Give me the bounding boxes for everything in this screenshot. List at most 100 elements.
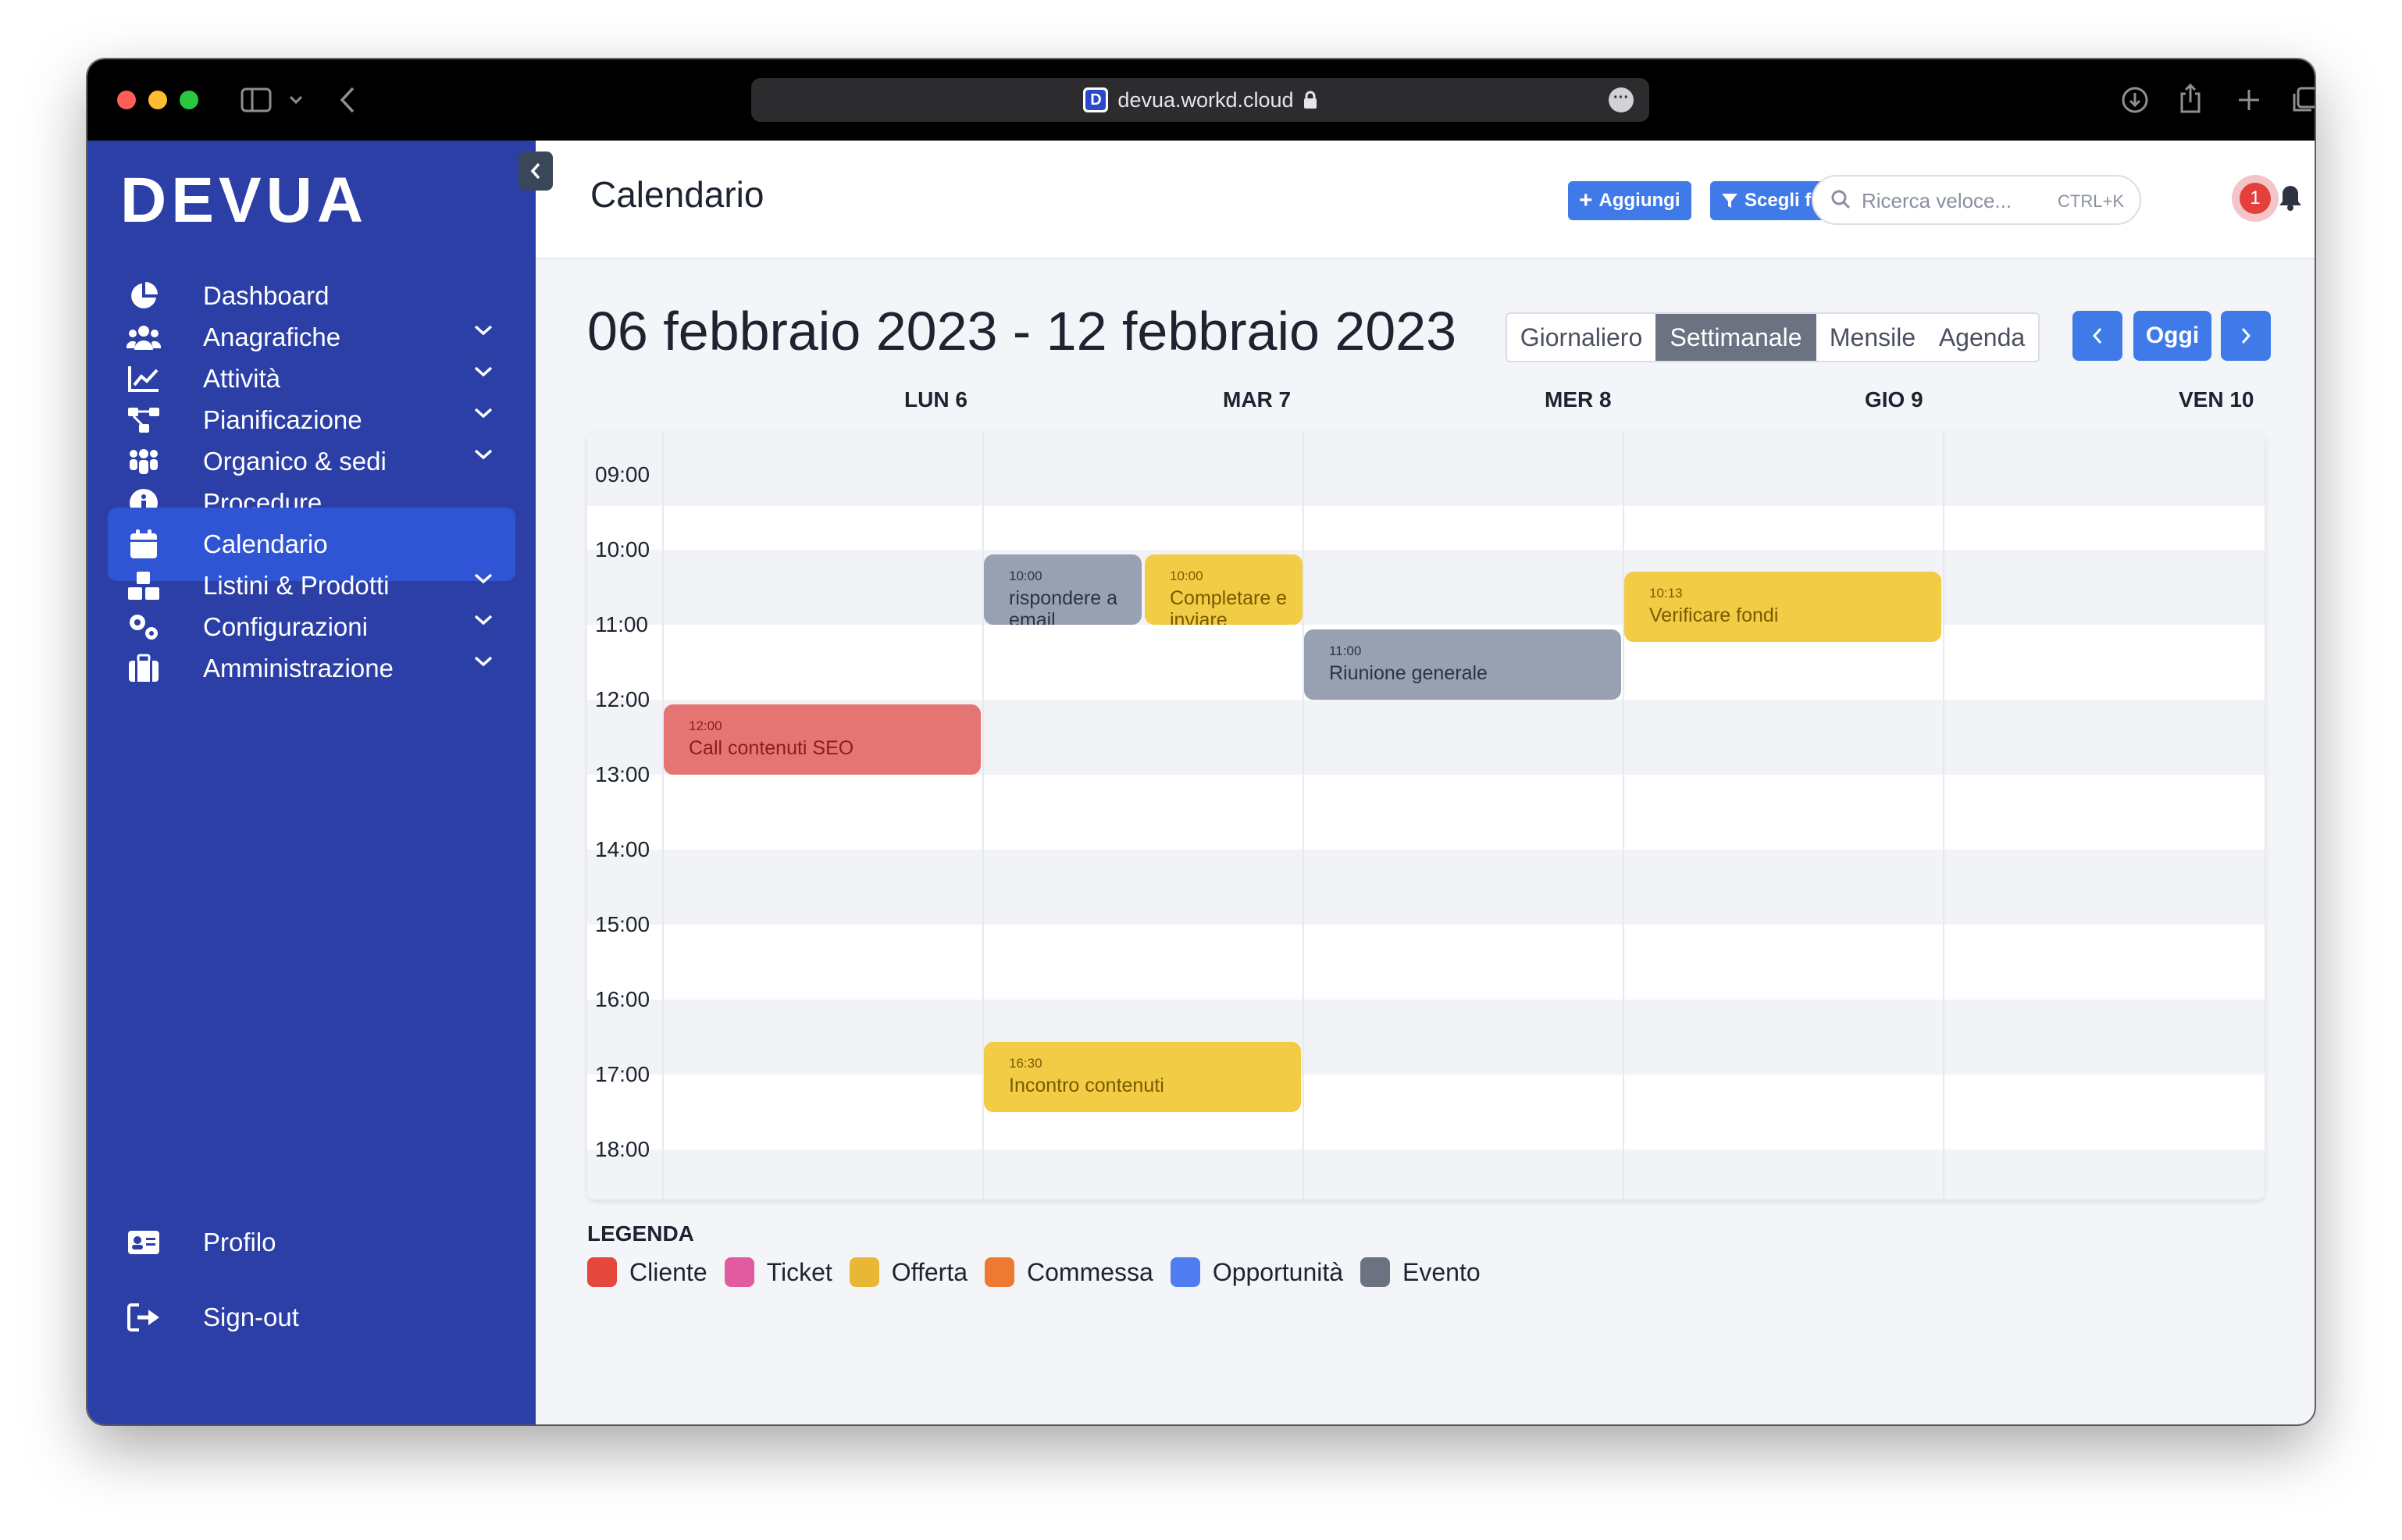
zoom-window-button[interactable]	[180, 91, 198, 109]
event-title: Riunione generale	[1329, 662, 1488, 684]
legend-swatch	[1360, 1257, 1391, 1287]
plus-icon: +	[1579, 187, 1593, 213]
event-incontro-contenuti[interactable]: 16:30 Incontro contenuti	[984, 1042, 1301, 1112]
event-call-contenuti-seo[interactable]: 12:00 Call contenuti SEO	[664, 704, 981, 775]
chevron-right-icon	[2241, 328, 2251, 344]
today-button[interactable]: Oggi	[2133, 311, 2211, 361]
event-rispondere-email[interactable]: 10:00 rispondere a email	[984, 554, 1142, 625]
address-bar[interactable]: D devua.workd.cloud ···	[751, 78, 1649, 122]
chevron-down-icon[interactable]	[289, 95, 303, 105]
sidebar-item-sign-out[interactable]: Sign-out	[108, 1281, 515, 1354]
hour-row	[587, 431, 2265, 506]
add-button[interactable]: + Aggiungi	[1568, 181, 1691, 220]
legend-label: Evento	[1402, 1257, 1481, 1286]
site-favicon: D	[1083, 87, 1109, 112]
day-header-ven: VEN 10	[2179, 387, 2254, 412]
previous-week-button[interactable]	[2072, 311, 2122, 361]
legend-label: Cliente	[629, 1257, 707, 1286]
view-monthly-button[interactable]: Mensile	[1816, 314, 1929, 361]
hour-label: 09:00	[595, 462, 650, 487]
chevron-down-icon	[474, 615, 493, 626]
close-window-button[interactable]	[117, 91, 136, 109]
event-time: 10:00	[1009, 569, 1042, 583]
view-switcher: Giornaliero Settimanale Mensile Agenda	[1506, 312, 2040, 362]
chevron-down-icon	[474, 366, 493, 377]
sidebar-item-amministrazione[interactable]: Amministrazione	[108, 632, 515, 705]
hour-label: 14:00	[595, 837, 650, 861]
sidebar-item-label: Amministrazione	[203, 654, 394, 683]
minimize-window-button[interactable]	[148, 91, 167, 109]
legend-item-offerta: Offerta	[849, 1257, 968, 1287]
chevron-down-icon	[474, 408, 493, 419]
event-time: 12:00	[689, 718, 722, 733]
hour-row	[587, 1150, 2265, 1200]
event-title: Completare e inviare	[1170, 587, 1288, 625]
column-divider	[1303, 431, 1304, 1200]
day-header-mar: MAR 7	[1223, 387, 1292, 412]
legend-label: Ticket	[766, 1257, 832, 1286]
hour-row	[587, 1000, 2265, 1075]
legend-item-evento: Evento	[1360, 1257, 1481, 1287]
day-header-lun: LUN 6	[904, 387, 968, 412]
week-grid: 09:00 10:00 11:00 12:00 13:00 14:00 15:0…	[587, 431, 2265, 1200]
search-input[interactable]: Ricerca veloce... CTRL+K	[1812, 175, 2141, 225]
hour-row	[587, 850, 2265, 925]
browser-window: D devua.workd.cloud ··· DEVUA Dashboard …	[87, 59, 2315, 1424]
legend-label: Opportunità	[1212, 1257, 1344, 1286]
event-verificare-fondi[interactable]: 10:13 Verificare fondi	[1624, 572, 1941, 642]
url-text: devua.workd.cloud	[1117, 87, 1294, 112]
download-icon[interactable]	[2121, 86, 2149, 114]
legend-swatch	[587, 1257, 617, 1287]
back-icon[interactable]	[339, 86, 356, 114]
sidebar-item-profilo[interactable]: Profilo	[108, 1206, 515, 1279]
id-card-icon	[125, 1224, 162, 1261]
chevron-down-icon	[474, 656, 493, 667]
view-weekly-button[interactable]: Settimanale	[1655, 314, 1816, 361]
event-title: Verificare fondi	[1649, 604, 1779, 626]
hour-label: 15:00	[595, 912, 650, 936]
sidebar: DEVUA Dashboard Anagrafiche Attività Pia…	[87, 141, 536, 1424]
browser-titlebar: D devua.workd.cloud ···	[87, 59, 2315, 141]
legend-swatch	[849, 1257, 879, 1287]
event-title: Incontro contenuti	[1009, 1075, 1164, 1096]
chevron-left-icon	[2092, 328, 2102, 344]
bell-icon[interactable]	[2279, 184, 2302, 211]
event-title: rispondere a email	[1009, 587, 1117, 625]
date-range-title: 06 febbraio 2023 - 12 febbraio 2023	[587, 301, 1457, 362]
chevron-down-icon	[474, 573, 493, 584]
event-riunione-generale[interactable]: 11:00 Riunione generale	[1304, 629, 1621, 700]
legend-label: Commessa	[1027, 1257, 1153, 1286]
collapse-sidebar-button[interactable]	[519, 152, 553, 191]
view-agenda-button[interactable]: Agenda	[1929, 314, 2035, 361]
event-time: 11:00	[1329, 643, 1362, 658]
view-daily-button[interactable]: Giornaliero	[1507, 314, 1655, 361]
legend: Cliente Ticket Offerta Commessa Opportun…	[587, 1257, 1481, 1287]
legend-item-ticket: Ticket	[724, 1257, 832, 1287]
legend-item-opportunita: Opportunità	[1170, 1257, 1344, 1287]
legend-swatch	[985, 1257, 1014, 1287]
sidebar-item-label: Sign-out	[203, 1303, 299, 1331]
event-title: Call contenuti SEO	[689, 737, 854, 759]
add-button-label: Aggiungi	[1598, 190, 1680, 211]
share-icon[interactable]	[2179, 83, 2202, 114]
tab-overview-icon[interactable]	[2291, 86, 2315, 114]
more-options-icon[interactable]: ···	[1609, 87, 1634, 112]
page-header: Calendario + Aggiungi Scegli filtri Rice…	[536, 141, 2315, 259]
lock-icon	[1303, 91, 1317, 109]
search-shortcut: CTRL+K	[2058, 191, 2124, 211]
next-week-button[interactable]	[2221, 311, 2271, 361]
hour-label: 11:00	[595, 612, 648, 636]
notification-badge[interactable]: 1	[2232, 175, 2279, 222]
page-title: Calendario	[590, 174, 764, 215]
sidebar-item-label: Profilo	[203, 1228, 276, 1257]
devua-logo[interactable]: DEVUA	[120, 164, 368, 237]
sign-out-icon	[125, 1299, 162, 1336]
hour-label: 17:00	[595, 1062, 650, 1086]
legend-item-cliente: Cliente	[587, 1257, 707, 1287]
sidebar-toggle-icon[interactable]	[241, 87, 272, 112]
new-tab-icon[interactable]	[2236, 87, 2261, 112]
search-placeholder: Ricerca veloce...	[1862, 189, 2012, 212]
search-icon	[1831, 190, 1851, 209]
event-completare-inviare[interactable]: 10:00 Completare e inviare	[1145, 554, 1303, 625]
notification-count: 1	[2240, 183, 2271, 214]
